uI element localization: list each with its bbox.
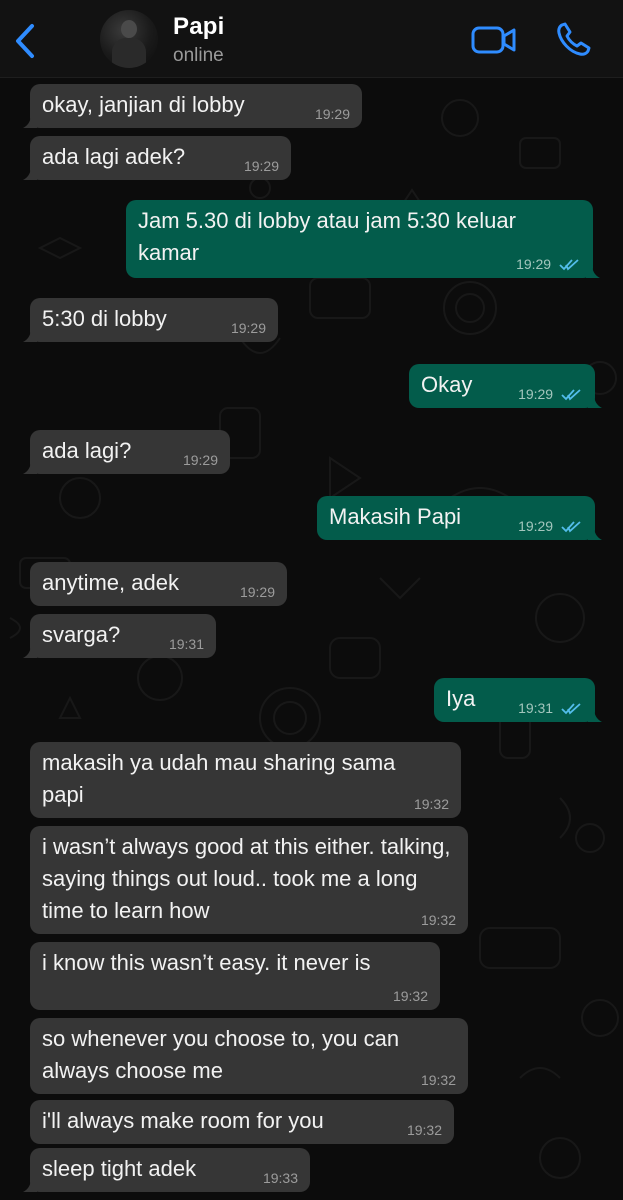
- message-time: 19:32: [392, 988, 428, 1004]
- message-time: 19:29: [230, 320, 266, 336]
- message-time: 19:31: [518, 700, 554, 716]
- message-meta: 19:29: [516, 256, 579, 272]
- message-time: 19:32: [413, 796, 449, 812]
- message-text: okay, janjian di lobby: [42, 92, 245, 117]
- message-time: 19:29: [314, 106, 350, 122]
- message-time: 19:29: [239, 584, 275, 600]
- read-receipt-icon: [561, 389, 581, 401]
- contact-name[interactable]: Papi: [173, 13, 224, 41]
- message-incoming[interactable]: 5:30 di lobby 19:29: [23, 298, 278, 342]
- message-time: 19:29: [518, 518, 554, 534]
- message-text: Jam 5.30 di lobby atau jam 5:30 keluar k…: [138, 208, 523, 265]
- message-incoming[interactable]: i'll always make room for you 19:32: [30, 1100, 454, 1144]
- message-incoming[interactable]: okay, janjian di lobby 19:29: [23, 84, 362, 128]
- message-time: 19:32: [420, 1072, 456, 1088]
- message-time: 19:29: [243, 158, 279, 174]
- message-text: so whenever you choose to, you can alway…: [42, 1026, 406, 1083]
- contact-status: online: [173, 45, 224, 66]
- message-outgoing[interactable]: Makasih Papi 19:29: [317, 496, 602, 540]
- chat-header: Papi online: [0, 0, 623, 78]
- message-incoming[interactable]: i wasn’t always good at this either. tal…: [30, 826, 468, 934]
- message-incoming[interactable]: so whenever you choose to, you can alway…: [30, 1018, 468, 1094]
- message-time: 19:32: [406, 1122, 442, 1138]
- message-time: 19:29: [518, 386, 554, 402]
- read-receipt-icon: [561, 703, 581, 715]
- message-text: i'll always make room for you: [42, 1108, 324, 1133]
- message-time: 19:31: [168, 636, 204, 652]
- video-call-icon[interactable]: [470, 22, 518, 58]
- message-incoming[interactable]: ada lagi? 19:29: [23, 430, 230, 474]
- message-text: i wasn’t always good at this either. tal…: [42, 834, 457, 923]
- message-incoming[interactable]: ada lagi adek? 19:29: [23, 136, 291, 180]
- read-receipt-icon: [561, 521, 581, 533]
- message-text: makasih ya udah mau sharing sama papi: [42, 750, 402, 807]
- message-time: 19:29: [182, 452, 218, 468]
- message-incoming[interactable]: svarga? 19:31: [23, 614, 216, 658]
- message-outgoing[interactable]: Jam 5.30 di lobby atau jam 5:30 keluar k…: [126, 200, 600, 278]
- message-text: sleep tight adek: [42, 1156, 197, 1181]
- message-incoming[interactable]: i know this wasn’t easy. it never is 19:…: [30, 942, 440, 1010]
- message-outgoing[interactable]: Iya 19:31: [434, 678, 602, 722]
- message-incoming[interactable]: sleep tight adek 19:33: [23, 1148, 310, 1192]
- message-meta: 19:29: [518, 386, 581, 402]
- chevron-left-icon[interactable]: [12, 22, 40, 60]
- message-time: 19:32: [420, 912, 456, 928]
- message-text: i know this wasn’t easy. it never is: [42, 950, 371, 975]
- message-incoming[interactable]: anytime, adek 19:29: [30, 562, 287, 606]
- read-receipt-icon: [559, 259, 579, 271]
- message-time: 19:33: [262, 1170, 298, 1186]
- message-meta: 19:31: [518, 700, 581, 716]
- message-meta: 19:29: [518, 518, 581, 534]
- message-list[interactable]: okay, janjian di lobby 19:29 ada lagi ad…: [0, 78, 623, 1200]
- message-time: 19:29: [516, 256, 552, 272]
- message-outgoing[interactable]: Okay 19:29: [409, 364, 602, 408]
- message-incoming[interactable]: makasih ya udah mau sharing sama papi 19…: [30, 742, 461, 818]
- phone-icon[interactable]: [553, 20, 593, 60]
- avatar[interactable]: [100, 10, 158, 68]
